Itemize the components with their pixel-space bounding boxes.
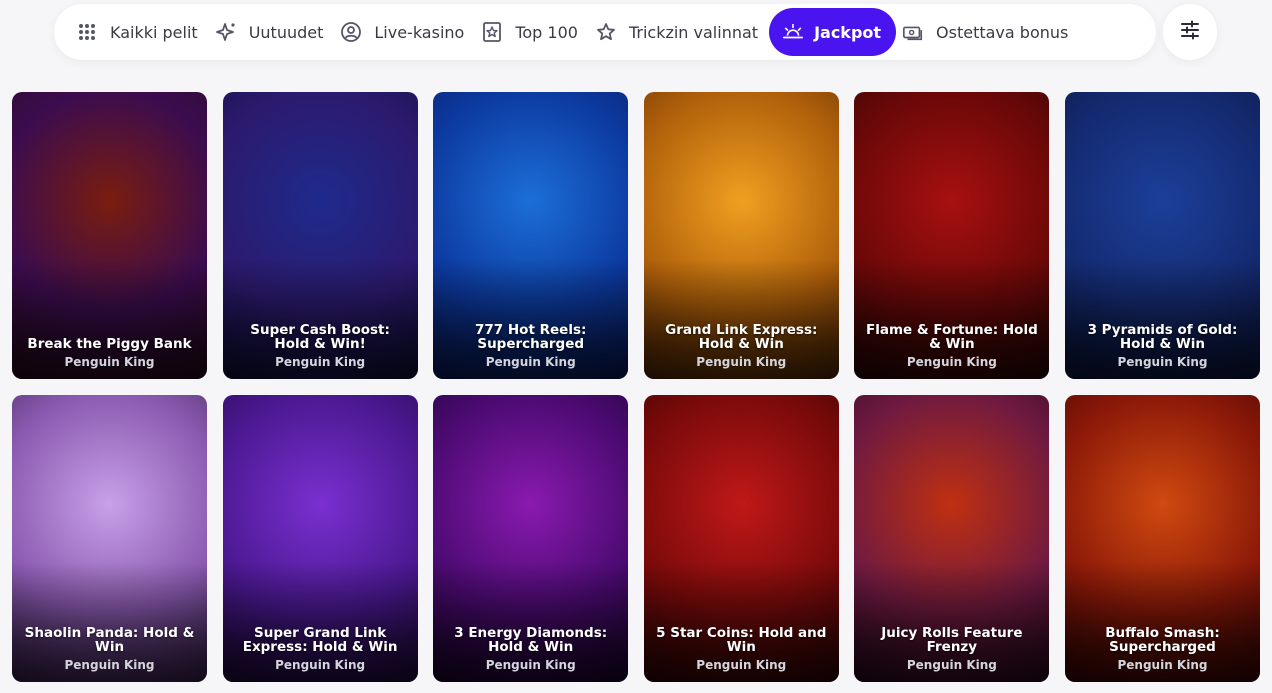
user-circle-icon [340, 21, 362, 43]
category-nav: Kaikki pelit Uutuudet Live-kasino Top 10… [54, 4, 1156, 60]
game-card[interactable]: Super Grand Link Express: Hold & Win Peng… [222, 395, 418, 682]
game-title: Shaolin Panda: Hold & Win [24, 625, 195, 655]
game-card[interactable]: Buffalo Smash: Supercharged Penguin King [1064, 395, 1260, 682]
game-title: Flame & Fortune: Hold & Win [865, 322, 1038, 352]
game-card[interactable]: Break the Piggy Bank Penguin King [12, 92, 207, 379]
game-provider: Penguin King [906, 355, 997, 369]
tab-live-casino[interactable]: Live-kasino [334, 8, 475, 56]
tab-label: Live-kasino [374, 22, 465, 42]
tab-label: Ostettava bonus [936, 22, 1069, 42]
game-card[interactable]: Grand Link Express: Hold & Win Penguin Ki… [643, 92, 839, 379]
sparkle-icon [215, 21, 237, 43]
game-provider: Penguin King [64, 355, 155, 369]
tab-bonus-buy[interactable]: Ostettava bonus [896, 8, 1079, 56]
game-provider: Penguin King [1117, 355, 1208, 369]
tab-top-100[interactable]: Top 100 [475, 8, 589, 56]
game-title: 777 Hot Reels: Supercharged [475, 322, 587, 352]
tab-label: Top 100 [515, 22, 578, 42]
filter-button[interactable] [1163, 4, 1217, 60]
game-provider: Penguin King [485, 355, 576, 369]
tab-label: Kaikki pelit [110, 22, 198, 42]
tab-label: Uutuudet [248, 22, 324, 42]
game-provider: Penguin King [275, 658, 366, 672]
game-title: Buffalo Smash: Supercharged [1105, 625, 1220, 655]
game-title: Juicy Rolls Feature Frenzy [881, 625, 1023, 655]
cash-icon [902, 21, 924, 43]
game-card[interactable]: Flame & Fortune: Hold & Win Penguin King [854, 92, 1050, 379]
game-title: Break the Piggy Bank [27, 336, 192, 352]
sunrise-icon [782, 21, 804, 43]
game-title: 3 Energy Diamonds: Hold & Win [454, 625, 608, 655]
game-title: 5 Star Coins: Hold and Win [656, 625, 827, 655]
game-card[interactable]: 3 Pyramids of Gold: Hold & Win Penguin Ki… [1064, 92, 1260, 379]
sliders-icon [1179, 19, 1201, 45]
game-title: Super Cash Boost: Hold & Win! [250, 322, 390, 352]
star-icon [595, 21, 617, 43]
game-card[interactable]: 5 Star Coins: Hold and Win Penguin King [643, 395, 839, 682]
tab-jackpot[interactable]: Jackpot [769, 8, 897, 56]
tab-trickz-picks[interactable]: Trickzin valinnat [589, 8, 769, 56]
game-title: 3 Pyramids of Gold: Hold & Win [1087, 322, 1238, 352]
game-card[interactable]: Super Cash Boost: Hold & Win! Penguin Kin… [222, 92, 418, 379]
game-card[interactable]: Juicy Rolls Feature Frenzy Penguin King [854, 395, 1050, 682]
star-badge-icon [481, 21, 503, 43]
tab-label: Jackpot [814, 22, 882, 42]
game-provider: Penguin King [64, 658, 155, 672]
game-provider: Penguin King [1117, 658, 1208, 672]
game-card[interactable]: Shaolin Panda: Hold & Win Penguin King [12, 395, 207, 682]
game-card[interactable]: 3 Energy Diamonds: Hold & Win Penguin Kin… [433, 395, 629, 682]
game-provider: Penguin King [696, 355, 787, 369]
game-provider: Penguin King [906, 658, 997, 672]
tab-new-games[interactable]: Uutuudet [209, 8, 335, 56]
game-provider: Penguin King [275, 355, 366, 369]
grid-dots-icon [76, 21, 98, 43]
game-card[interactable]: 777 Hot Reels: Supercharged Penguin King [433, 92, 629, 379]
game-title: Super Grand Link Express: Hold & Win [242, 625, 398, 655]
game-title: Grand Link Express: Hold & Win [665, 322, 818, 352]
tab-label: Trickzin valinnat [628, 22, 759, 42]
game-grid: Break the Piggy Bank Penguin King Super C… [12, 92, 1260, 682]
game-provider: Penguin King [485, 658, 576, 672]
game-provider: Penguin King [696, 658, 787, 672]
tab-all-games[interactable]: Kaikki pelit [70, 8, 209, 56]
